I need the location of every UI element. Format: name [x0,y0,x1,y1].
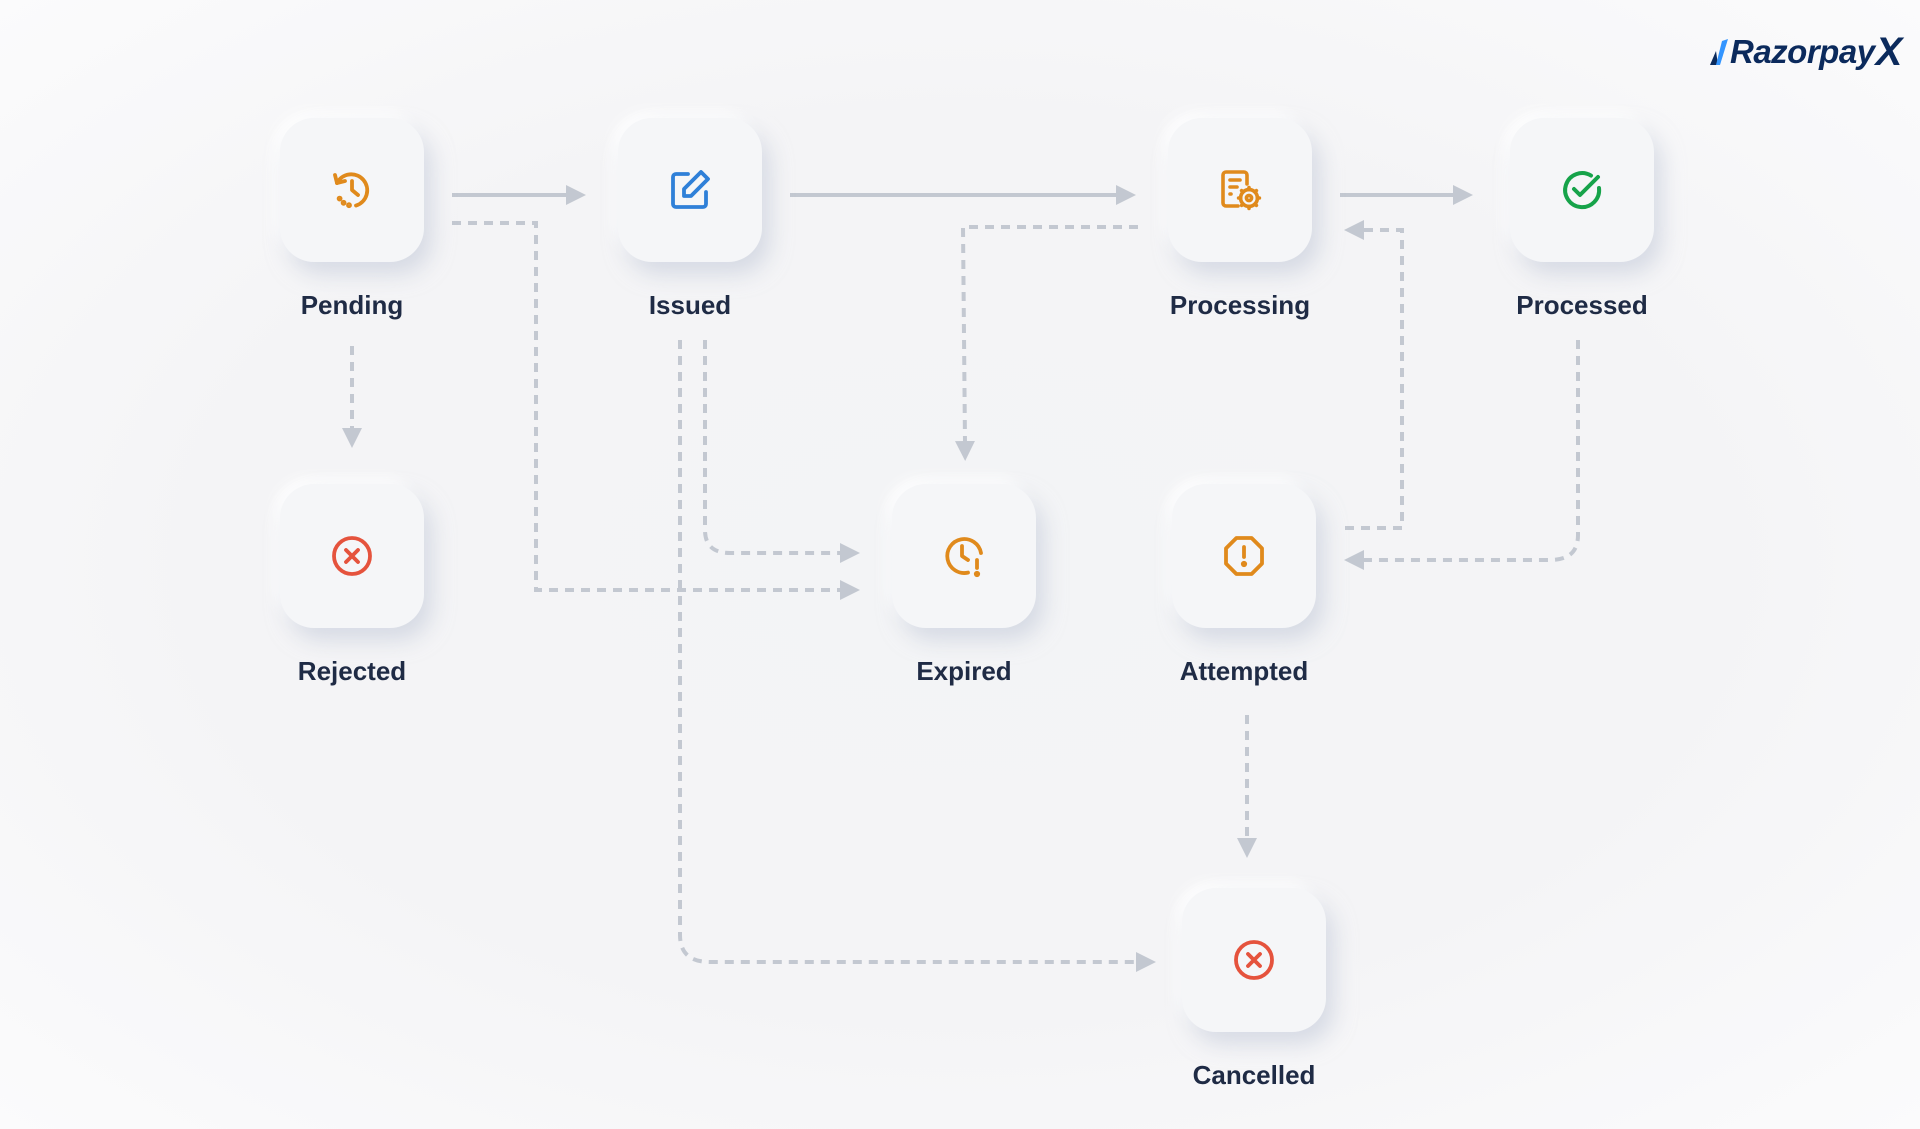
status-label: Expired [916,656,1012,686]
status-label: Cancelled [1192,1060,1316,1090]
status-label: Processed [1516,290,1648,320]
edge-issued-expired [703,340,860,563]
octagon-alert-icon [1224,536,1264,576]
status-card[interactable] [1510,118,1654,262]
node-expired[interactable]: Expired [892,484,1036,686]
logo-x: X [1875,29,1903,74]
node-processing[interactable]: Processing [1168,118,1312,320]
razorpay-logo-mark-icon [1710,39,1728,65]
edge-processing-expired [954,225,1138,461]
edge-attempted-processing [1344,220,1404,530]
status-card[interactable] [892,484,1036,628]
status-label: Pending [300,290,404,320]
edit-icon [671,170,710,209]
node-rejected[interactable]: Rejected [280,484,424,686]
status-card[interactable] [1168,118,1312,262]
status-card[interactable] [280,484,424,628]
logo-text: Razorpay [1730,33,1875,70]
node-processed[interactable]: Processed [1510,118,1654,320]
status-card[interactable] [1172,484,1316,628]
document-gear-icon [1221,170,1262,211]
edge-issued-cancelled [678,340,1156,972]
history-icon [333,172,370,209]
edge-pending-expired [452,221,860,600]
node-issued[interactable]: Issued [618,118,762,320]
status-card[interactable] [618,118,762,262]
status-label: Attempted [1179,656,1309,686]
node-pending[interactable]: Pending [280,118,424,320]
status-label: Issued [648,290,732,320]
node-attempted[interactable]: Attempted [1172,484,1316,686]
status-label: Rejected [297,656,407,686]
status-label: Processing [1169,290,1311,320]
clock-alert-icon [945,537,983,578]
x-circle-icon [1234,940,1274,980]
node-cancelled[interactable]: Cancelled [1182,888,1326,1090]
x-circle-icon [332,536,372,576]
check-circle-icon [1563,171,1602,210]
status-card[interactable] [280,118,424,262]
status-card[interactable] [1182,888,1326,1032]
razorpayx-logo: Razorpay X [1708,30,1902,74]
